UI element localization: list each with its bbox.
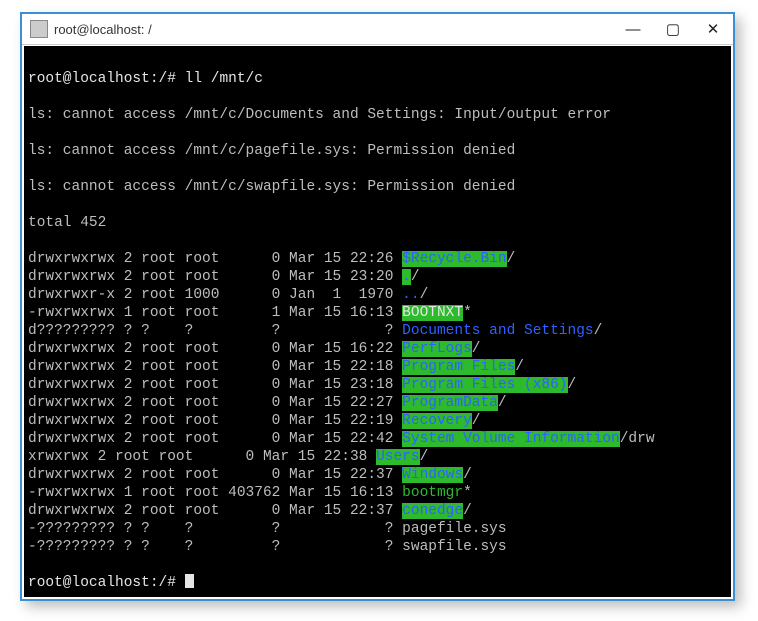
list-row: drwxrwxrwx 2 root root 0 Mar 15 22:27 Pr…	[28, 394, 727, 412]
file-name: pagefile.sys	[402, 521, 506, 537]
suffix: /	[420, 287, 429, 303]
list-row: drwxrwxrwx 2 root root 0 Mar 15 16:22 Pe…	[28, 340, 727, 358]
file-name: Windows	[402, 467, 463, 483]
permissions: drwxrwxrwx 2 root root 0 Mar 15 22:37	[28, 503, 402, 519]
file-name: conedge	[402, 503, 463, 519]
permissions: drwxrwxrwx 2 root root 0 Mar 15 22:18	[28, 359, 402, 375]
error-line: ls: cannot access /mnt/c/Documents and S…	[28, 106, 727, 124]
file-name: .	[402, 269, 411, 285]
terminal-icon	[30, 20, 48, 38]
list-row: d????????? ? ? ? ? ? Documents and Setti…	[28, 322, 727, 340]
maximize-button[interactable]: ▢	[653, 14, 693, 44]
suffix: /	[420, 449, 429, 465]
file-name: $Recycle.Bin	[402, 251, 506, 267]
suffix: /	[568, 377, 577, 393]
permissions: drwxrwxrwx 2 root root 0 Mar 15 22:42	[28, 431, 402, 447]
file-name: Program Files (x86)	[402, 377, 567, 393]
suffix: /	[594, 323, 603, 339]
list-row: drwxrwxrwx 2 root root 0 Mar 15 22:18 Pr…	[28, 358, 727, 376]
list-row: xrwxrwx 2 root root 0 Mar 15 22:38 Users…	[28, 448, 727, 466]
suffix: *	[463, 305, 472, 321]
file-name: Users	[376, 449, 420, 465]
terminal-viewport[interactable]: root@localhost:/# ll /mnt/c ls: cannot a…	[24, 46, 731, 597]
permissions: drwxrwxrwx 2 root root 0 Mar 15 16:22	[28, 341, 402, 357]
permissions: drwxrwxrwx 2 root root 0 Mar 15 22:26	[28, 251, 402, 267]
listing: drwxrwxrwx 2 root root 0 Mar 15 22:26 $R…	[28, 250, 727, 556]
title-bar[interactable]: root@localhost: / — ▢ ✕	[22, 14, 733, 45]
permissions: d????????? ? ? ? ? ?	[28, 323, 402, 339]
prompt: root@localhost:/#	[28, 575, 185, 591]
minimize-button[interactable]: —	[613, 14, 653, 44]
file-name: bootmgr	[402, 485, 463, 501]
prompt: root@localhost:/#	[28, 71, 176, 87]
file-name: BOOTNXT	[402, 305, 463, 321]
suffix: /	[463, 467, 472, 483]
list-row: drwxrwxrwx 2 root root 0 Mar 15 22:37 Wi…	[28, 466, 727, 484]
list-row: drwxrwxr-x 2 root 1000 0 Jan 1 1970 ../	[28, 286, 727, 304]
file-name: Documents and Settings	[402, 323, 593, 339]
file-name: PerfLogs	[402, 341, 472, 357]
permissions: -rwxrwxrwx 1 root root 1 Mar 15 16:13	[28, 305, 402, 321]
permissions: -rwxrwxrwx 1 root root 403762 Mar 15 16:…	[28, 485, 402, 501]
file-name: System Volume Information	[402, 431, 620, 447]
command: ll /mnt/c	[185, 71, 263, 87]
suffix: /	[463, 503, 472, 519]
suffix: *	[463, 485, 472, 501]
close-button[interactable]: ✕	[693, 14, 733, 44]
list-row: drwxrwxrwx 2 root root 0 Mar 15 22:37 co…	[28, 502, 727, 520]
file-name: Recovery	[402, 413, 472, 429]
window-frame: root@localhost: / — ▢ ✕ root@localhost:/…	[20, 12, 735, 601]
permissions: -????????? ? ? ? ? ?	[28, 539, 402, 555]
list-row: -rwxrwxrwx 1 root root 403762 Mar 15 16:…	[28, 484, 727, 502]
cursor	[185, 574, 194, 588]
file-name: ProgramData	[402, 395, 498, 411]
list-row: drwxrwxrwx 2 root root 0 Mar 15 23:18 Pr…	[28, 376, 727, 394]
permissions: drwxrwxrwx 2 root root 0 Mar 15 22:19	[28, 413, 402, 429]
suffix: /	[472, 341, 481, 357]
file-name: Program Files	[402, 359, 515, 375]
permissions: drwxrwxrwx 2 root root 0 Mar 15 22:27	[28, 395, 402, 411]
suffix: /	[507, 251, 516, 267]
error-line: ls: cannot access /mnt/c/swapfile.sys: P…	[28, 178, 727, 196]
list-row: -rwxrwxrwx 1 root root 1 Mar 15 16:13 BO…	[28, 304, 727, 322]
error-line: ls: cannot access /mnt/c/pagefile.sys: P…	[28, 142, 727, 160]
list-row: drwxrwxrwx 2 root root 0 Mar 15 23:20 ./	[28, 268, 727, 286]
permissions: -????????? ? ? ? ? ?	[28, 521, 402, 537]
list-row: drwxrwxrwx 2 root root 0 Mar 15 22:19 Re…	[28, 412, 727, 430]
window-title: root@localhost: /	[54, 22, 152, 37]
suffix: /	[515, 359, 524, 375]
list-row: drwxrwxrwx 2 root root 0 Mar 15 22:42 Sy…	[28, 430, 727, 448]
suffix: /	[498, 395, 507, 411]
permissions: drwxrwxr-x 2 root 1000 0 Jan 1 1970	[28, 287, 402, 303]
list-row: -????????? ? ? ? ? ? swapfile.sys	[28, 538, 727, 556]
permissions: drwxrwxrwx 2 root root 0 Mar 15 23:18	[28, 377, 402, 393]
permissions: drwxrwxrwx 2 root root 0 Mar 15 22:37	[28, 467, 402, 483]
total-line: total 452	[28, 214, 727, 232]
suffix: /	[411, 269, 420, 285]
permissions: drwxrwxrwx 2 root root 0 Mar 15 23:20	[28, 269, 402, 285]
suffix: /	[472, 413, 481, 429]
file-name: ..	[402, 287, 419, 303]
list-row: drwxrwxrwx 2 root root 0 Mar 15 22:26 $R…	[28, 250, 727, 268]
permissions: xrwxrwx 2 root root 0 Mar 15 22:38	[28, 449, 376, 465]
list-row: -????????? ? ? ? ? ? pagefile.sys	[28, 520, 727, 538]
file-name: swapfile.sys	[402, 539, 506, 555]
suffix: /drw	[620, 431, 655, 447]
